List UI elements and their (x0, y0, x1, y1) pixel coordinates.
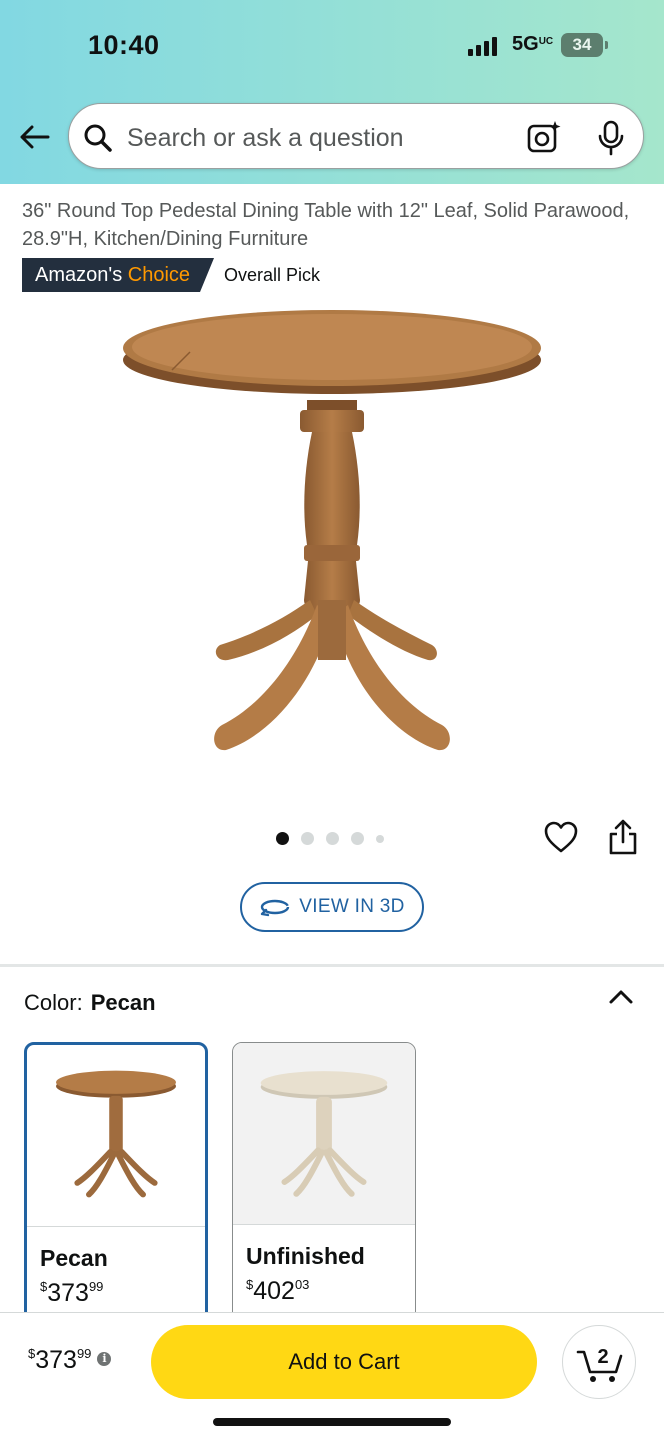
search-icon (84, 124, 112, 152)
color-option-name: Pecan (40, 1245, 108, 1271)
cart-icon: 2 (576, 1346, 623, 1382)
heart-icon[interactable] (543, 820, 579, 856)
carousel-dot[interactable] (301, 832, 314, 845)
info-icon[interactable]: i (97, 1352, 112, 1366)
pecan-table-thumbnail (27, 1070, 205, 1227)
color-option-price: $37399 (40, 1279, 104, 1307)
badge-label: Amazon's Choice (22, 258, 214, 292)
carousel-dot[interactable] (376, 834, 384, 843)
product-title[interactable]: 36" Round Top Pedestal Dining Table with… (22, 197, 642, 253)
home-indicator[interactable] (213, 1418, 451, 1426)
carousel-dot[interactable] (276, 832, 289, 845)
unfinished-table-thumbnail (233, 1043, 415, 1225)
app-header: 10:40 5GUC 34 Search or ask a question (0, 0, 664, 184)
add-to-cart-button[interactable]: Add to Cart (151, 1325, 537, 1399)
share-icon[interactable] (606, 818, 640, 856)
amazons-choice-badge[interactable]: Amazon's Choice Overall Pick (22, 258, 320, 292)
back-arrow-icon[interactable] (16, 119, 52, 155)
image-carousel-dots[interactable] (276, 832, 384, 845)
status-time: 10:40 (88, 30, 160, 60)
cart-button[interactable]: 2 (562, 1325, 636, 1399)
carousel-dot[interactable] (351, 832, 364, 845)
microphone-icon[interactable] (597, 120, 625, 156)
badge-subtitle: Overall Pick (224, 264, 321, 285)
carousel-dot[interactable] (326, 832, 339, 845)
color-option-price: $40203 (246, 1277, 310, 1305)
battery-icon: 34 (561, 33, 603, 57)
color-option-unfinished[interactable]: Unfinished $40203 (232, 1042, 416, 1332)
view-in-3d-label: VIEW IN 3D (299, 896, 405, 917)
section-divider (0, 964, 664, 967)
search-bar[interactable]: Search or ask a question (68, 103, 644, 169)
color-label: Color: Pecan (24, 990, 156, 1015)
selected-color: Pecan (90, 990, 156, 1015)
bottom-price: $37399 i (28, 1346, 112, 1375)
search-placeholder: Search or ask a question (127, 124, 404, 152)
network-label: 5GUC (512, 33, 554, 55)
cart-count: 2 (597, 1346, 608, 1368)
chevron-up-icon[interactable] (606, 985, 636, 1009)
camera-lens-icon[interactable] (526, 119, 562, 155)
color-option-pecan[interactable]: Pecan $37399 (24, 1042, 208, 1332)
view-in-3d-button[interactable]: VIEW IN 3D (240, 882, 424, 932)
rotate-3d-icon (261, 899, 290, 917)
battery-tip (605, 41, 608, 49)
color-option-name: Unfinished (246, 1243, 365, 1269)
cellular-signal-icon (468, 36, 497, 56)
product-image[interactable] (112, 300, 552, 770)
